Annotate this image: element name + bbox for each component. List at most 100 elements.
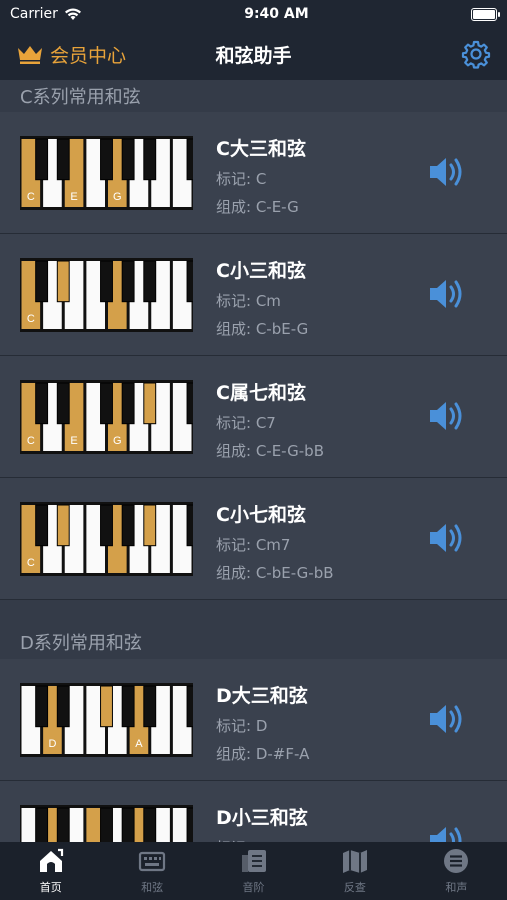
chord-composition: 组成: C-E-G <box>216 198 299 216</box>
chord-name: C小三和弦 <box>216 260 306 282</box>
black-key <box>56 260 70 303</box>
chord-composition: 组成: C-bE-G <box>216 320 309 338</box>
tab-label: 音阶 <box>242 881 265 894</box>
black-key <box>186 685 193 728</box>
key-label: A <box>135 738 143 750</box>
key-label: C <box>27 557 35 569</box>
black-key <box>143 504 157 547</box>
black-key <box>35 807 49 842</box>
chord-list[interactable]: C系列常用和弦 C E G C大三和弦 标记: C 组成: C-E-G C C小三和弦 标记: C… <box>0 80 507 842</box>
chord-composition: 组成: D-#F-A <box>216 745 310 763</box>
black-key <box>56 138 70 181</box>
black-key <box>56 504 70 547</box>
tab-label: 和声 <box>445 881 468 894</box>
section-header: D系列常用和弦 <box>0 624 507 659</box>
chord-row[interactable]: C C小三和弦标记: Cm 组成: C-bE-G <box>0 234 507 356</box>
chord-symbol: 标记: C7 <box>216 414 276 432</box>
key-label: G <box>113 191 122 203</box>
play-sound-icon[interactable] <box>428 154 466 190</box>
black-key <box>35 685 49 728</box>
chord-composition: 组成: C-bE-G-bB <box>216 564 334 582</box>
black-key <box>56 685 70 728</box>
settings-gear-icon[interactable] <box>461 39 491 69</box>
play-sound-icon[interactable] <box>428 701 466 737</box>
carrier-label: Carrier <box>10 6 58 22</box>
black-key <box>186 138 193 181</box>
play-sound-icon[interactable] <box>428 823 466 842</box>
tab-bar: 首页 和弦 音阶 反查 和声 <box>0 842 507 900</box>
black-key <box>143 138 157 181</box>
chord-symbol: 标记: Cm7 <box>216 536 291 554</box>
key-label: C <box>27 313 35 325</box>
play-sound-icon[interactable] <box>428 398 466 434</box>
piano-keyboard: C <box>20 258 193 332</box>
home-icon <box>39 848 63 872</box>
battery-icon <box>470 7 500 21</box>
chord-row[interactable]: D小三和弦标记: Dm组成: D-F-A <box>0 781 507 842</box>
black-key <box>100 260 113 303</box>
black-key <box>186 382 193 425</box>
key-label: C <box>27 435 35 447</box>
black-key <box>35 138 49 181</box>
black-key <box>121 504 135 547</box>
tab-menu[interactable]: 和声 <box>406 842 507 900</box>
chord-symbol: 标记: D <box>216 717 268 735</box>
black-key <box>186 504 193 547</box>
tab-scale[interactable]: 音阶 <box>203 842 304 900</box>
play-sound-icon[interactable] <box>428 276 466 312</box>
chord-row[interactable]: C E G C属七和弦 标记: C7 组成: C-E-G-bB <box>0 356 507 478</box>
black-key <box>100 685 113 728</box>
key-label: E <box>70 435 77 447</box>
chord-name: C大三和弦 <box>216 138 306 160</box>
black-key <box>143 807 157 842</box>
chord-row[interactable]: C E G C大三和弦标记: C 组成: C-E-G <box>0 112 507 234</box>
chord-name: C属七和弦 <box>216 382 306 404</box>
key-label: E <box>70 191 77 203</box>
tab-label: 和弦 <box>141 881 164 894</box>
chord-symbol: 标记: C <box>216 170 267 188</box>
black-key <box>121 138 135 181</box>
map-icon <box>342 850 367 873</box>
black-key <box>143 260 157 303</box>
black-key <box>186 260 193 303</box>
tab-map[interactable]: 反查 <box>304 842 405 900</box>
tab-label: 首页 <box>39 881 62 894</box>
black-key <box>143 382 157 425</box>
black-key <box>35 504 49 547</box>
piano-keyboard <box>20 805 193 842</box>
section-header: C系列常用和弦 <box>0 80 507 112</box>
black-key <box>121 685 135 728</box>
black-key <box>121 807 135 842</box>
black-key <box>56 382 70 425</box>
status-time: 9:40 AM <box>244 6 309 22</box>
chord-row[interactable]: D A D大三和弦标记: D 组成: D-#F-A <box>0 659 507 781</box>
piano-keyboard: CEG <box>20 380 193 454</box>
black-key <box>143 685 157 728</box>
black-key <box>100 138 113 181</box>
black-key <box>100 504 113 547</box>
chord-composition: 组成: C-E-G-bB <box>216 442 324 460</box>
chord-row[interactable]: C C小七和弦标记: Cm7 组成: C-bE-G-bB <box>0 478 507 600</box>
tab-home[interactable]: 首页 <box>0 842 101 900</box>
nav-bar: 会员中心 和弦助手 <box>0 28 507 80</box>
play-sound-icon[interactable] <box>428 520 466 556</box>
black-key <box>186 807 193 842</box>
black-key <box>100 382 113 425</box>
black-key <box>35 382 49 425</box>
chord-name: C小七和弦 <box>216 504 306 526</box>
key-label: C <box>27 191 35 203</box>
status-bar: Carrier 9:40 AM <box>0 0 507 28</box>
crown-icon <box>18 46 42 64</box>
key-label: D <box>48 738 56 750</box>
piano-keyboard: CEG <box>20 136 193 210</box>
black-key <box>56 807 70 842</box>
section-spacer <box>0 600 507 624</box>
vip-center-button[interactable]: 会员中心 <box>16 41 126 68</box>
black-key <box>100 807 113 842</box>
tab-keyboard[interactable]: 和弦 <box>101 842 202 900</box>
chord-name: D大三和弦 <box>216 685 308 707</box>
black-key <box>121 382 135 425</box>
tab-label: 反查 <box>343 881 366 894</box>
chord-symbol: 标记: Cm <box>216 292 281 310</box>
wifi-icon <box>64 8 81 20</box>
